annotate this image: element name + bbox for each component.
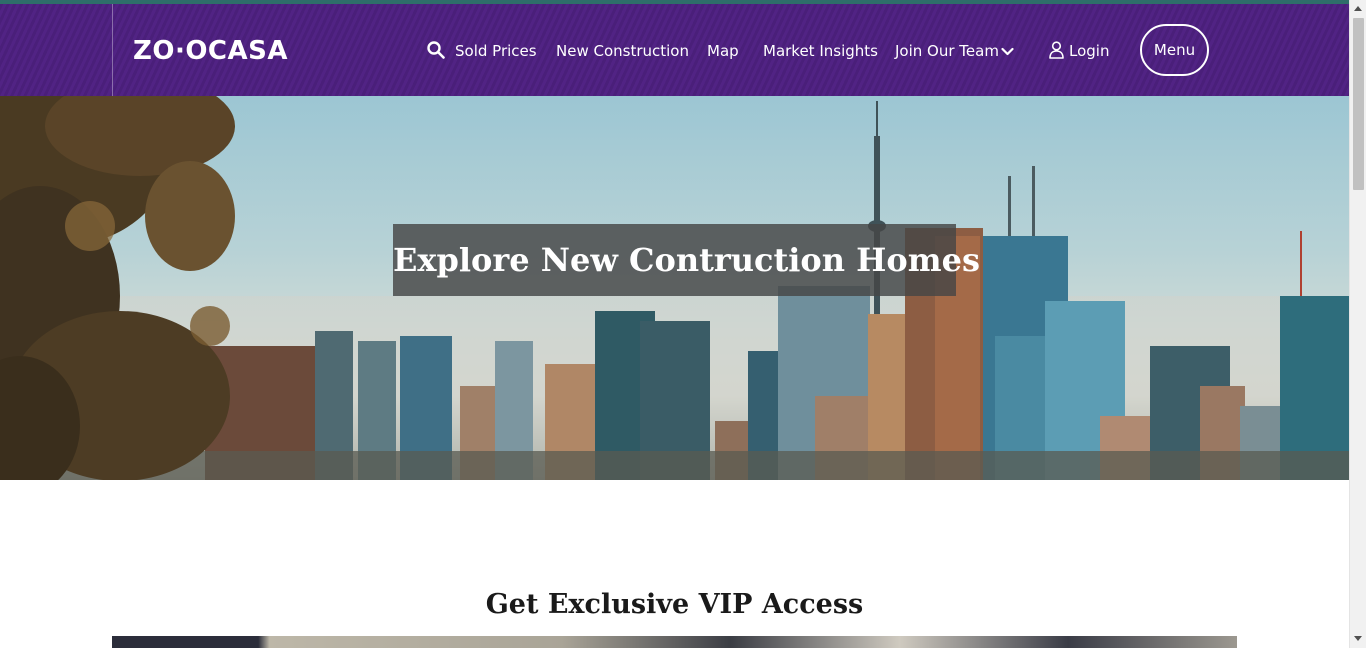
- hero-title: Explore New Contruction Homes: [393, 241, 980, 279]
- top-navbar: ZO·OCASA Sold Prices New Construction Ma…: [0, 4, 1349, 96]
- chevron-down-icon[interactable]: [1001, 44, 1014, 62]
- nav-map[interactable]: Map: [707, 40, 739, 62]
- scroll-thumb[interactable]: [1353, 18, 1364, 190]
- scroll-down-arrow-icon[interactable]: [1354, 636, 1362, 641]
- zoocasa-logo[interactable]: ZO·OCASA: [133, 36, 288, 66]
- page-scrollbar[interactable]: [1349, 0, 1366, 648]
- hero-title-box: Explore New Contruction Homes: [393, 224, 980, 296]
- nav-join-our-team[interactable]: Join Our Team: [895, 40, 999, 62]
- nav-sold-prices[interactable]: Sold Prices: [455, 40, 537, 62]
- user-icon[interactable]: [1049, 41, 1064, 64]
- vip-heading: Get Exclusive VIP Access: [485, 589, 864, 620]
- nav-login[interactable]: Login: [1069, 40, 1109, 62]
- search-icon[interactable]: [427, 41, 445, 64]
- vip-banner-image: [112, 636, 1237, 648]
- hero-banner: Explore New Contruction Homes: [0, 96, 1349, 480]
- nav-market-insights[interactable]: Market Insights: [763, 40, 878, 62]
- menu-button[interactable]: Menu: [1140, 24, 1209, 76]
- nav-new-construction[interactable]: New Construction: [556, 40, 689, 62]
- nav-divider: [112, 4, 113, 96]
- scroll-up-arrow-icon[interactable]: [1354, 6, 1362, 11]
